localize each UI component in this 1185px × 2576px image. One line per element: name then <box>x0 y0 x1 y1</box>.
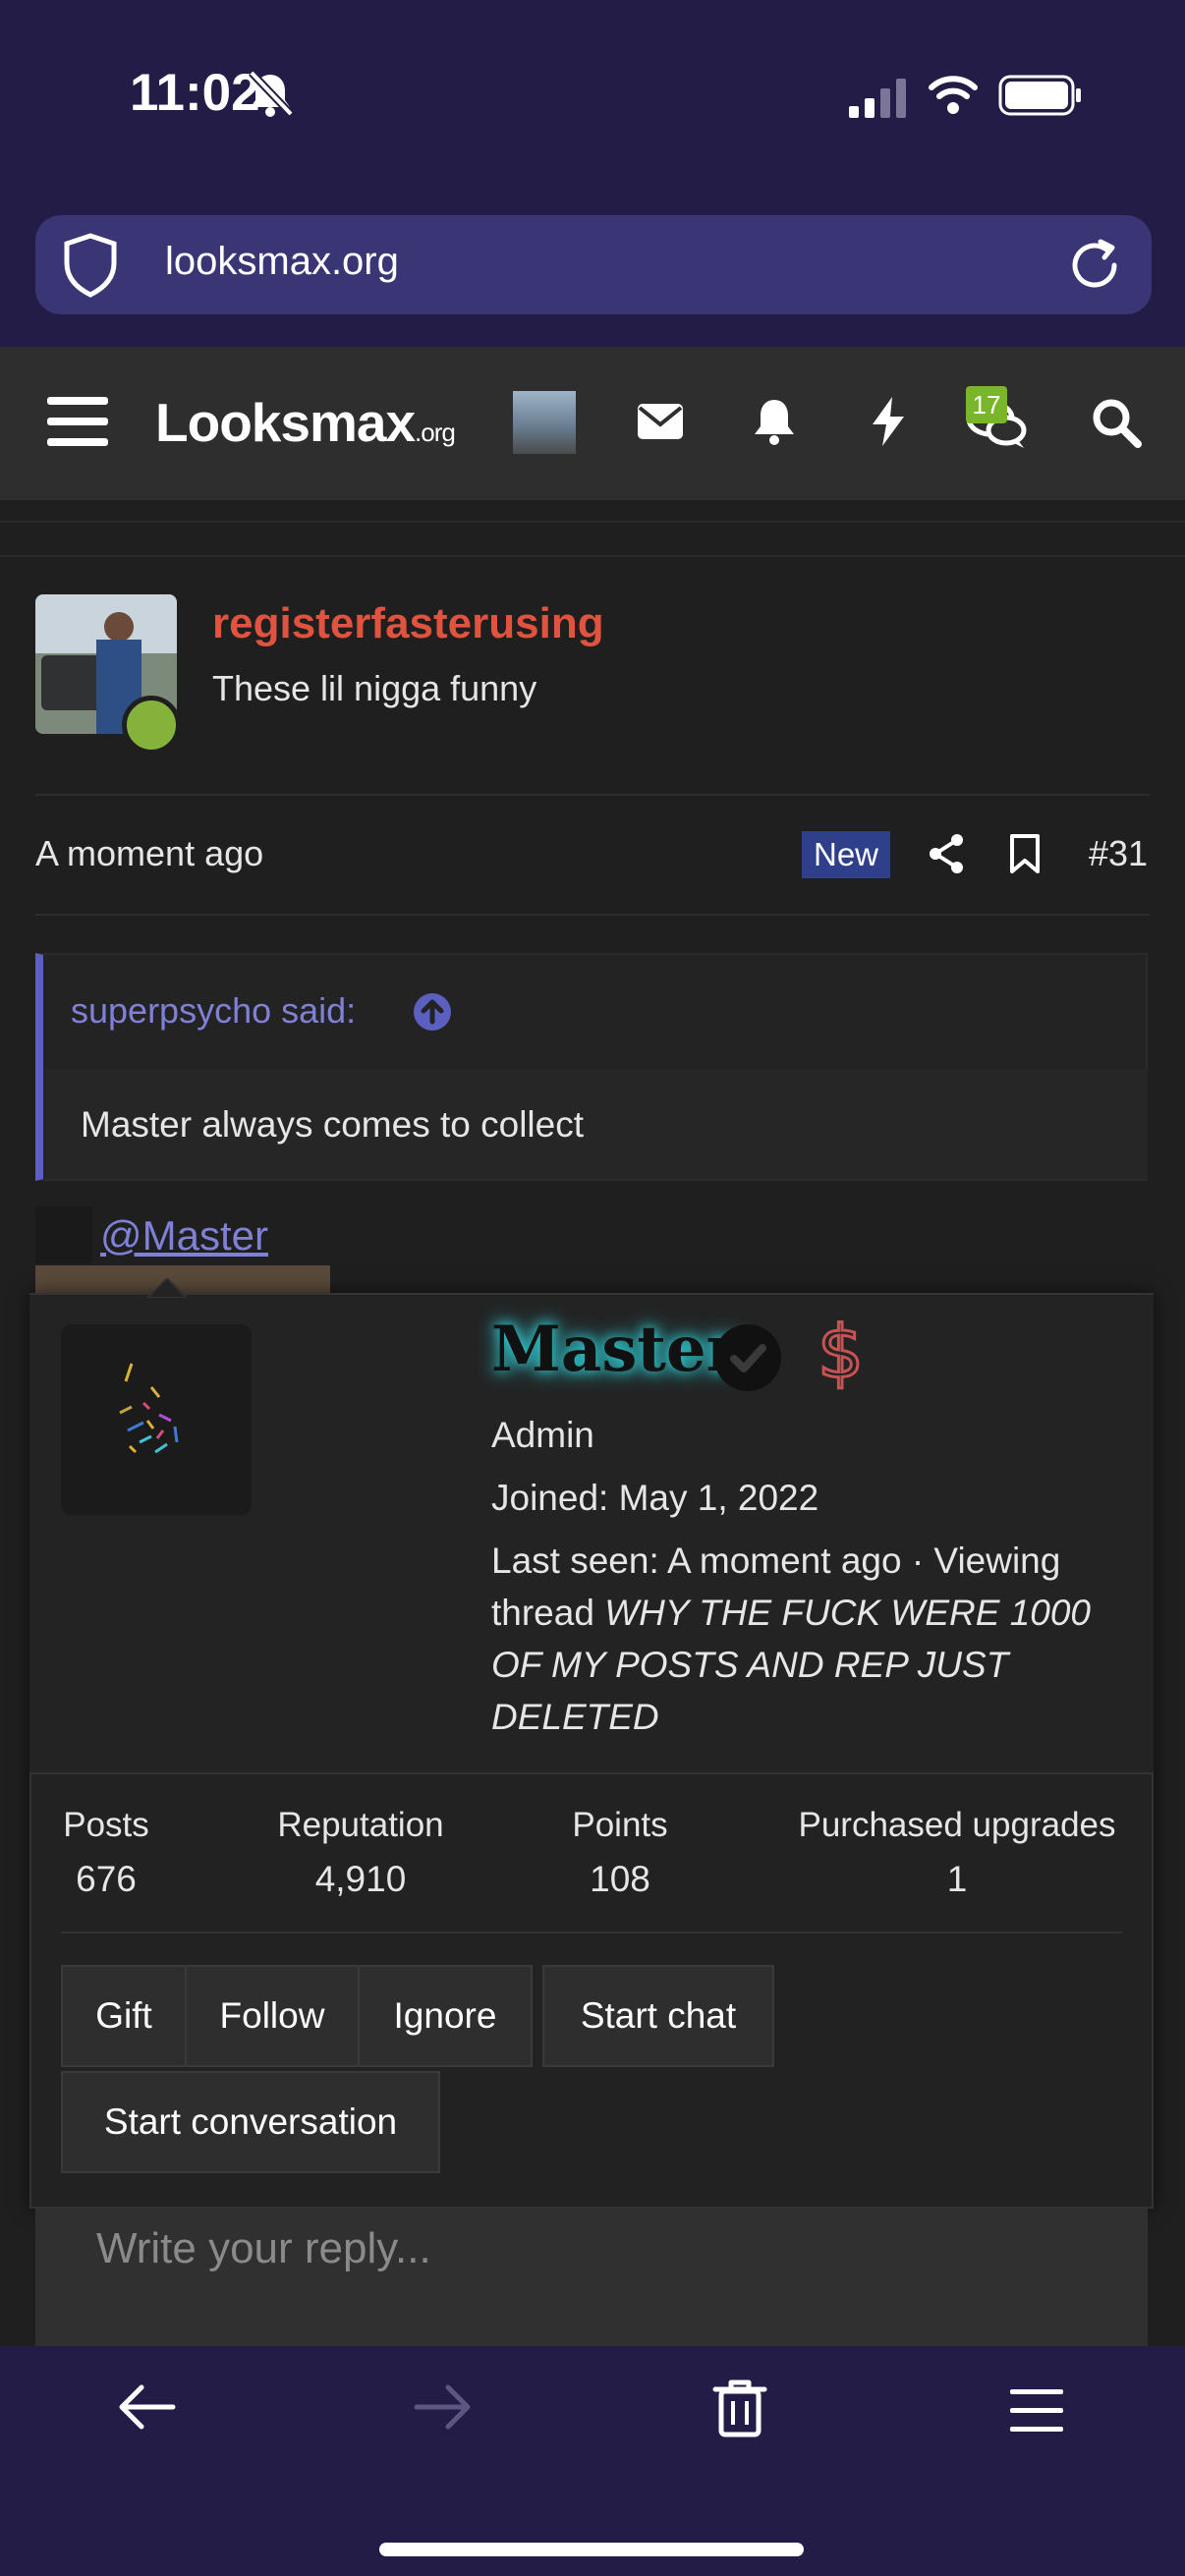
quote-block <box>35 953 1148 1181</box>
gift-button[interactable]: Gift <box>61 1965 187 2067</box>
wifi-icon <box>929 76 978 114</box>
ignore-button[interactable]: Ignore <box>358 1965 533 2067</box>
url-text[interactable]: looksmax.org <box>165 240 399 284</box>
stats-divider <box>61 1932 1122 1933</box>
separator <box>0 555 1185 557</box>
stat-upgrades-label: Purchased upgrades <box>798 1806 1116 1844</box>
lightning-icon[interactable] <box>869 395 908 448</box>
bell-icon[interactable] <box>751 397 798 446</box>
last-seen-thread-link[interactable]: WHY THE FUCK WERE 1000 <box>604 1593 1091 1633</box>
mention-link[interactable]: @Master <box>100 1212 268 1260</box>
poster-title: These lil nigga funny <box>212 668 537 708</box>
online-indicator <box>122 696 181 755</box>
poster-username[interactable]: registerfasterusing <box>212 599 604 648</box>
menu-icon[interactable] <box>1010 2389 1063 2433</box>
user-avatar[interactable] <box>513 391 576 454</box>
member-last-seen: Last seen: A moment ago · Viewing thread… <box>491 1540 1092 1737</box>
member-avatar[interactable] <box>61 1324 252 1515</box>
divider <box>35 914 1150 916</box>
battery-icon <box>998 75 1081 116</box>
tooltip-arrow <box>147 1278 187 1298</box>
reply-placeholder[interactable]: Write your reply... <box>96 2224 431 2273</box>
quote-text: Master always comes to collect <box>81 1104 585 1145</box>
hamburger-menu-icon[interactable] <box>47 395 108 448</box>
quote-author[interactable]: superpsycho said: <box>71 990 356 1032</box>
card-divider <box>29 1772 1154 1774</box>
member-name[interactable]: Master <box>491 1313 739 1386</box>
member-role: Admin <box>491 1415 594 1455</box>
home-indicator <box>379 2543 804 2556</box>
trash-icon[interactable] <box>711 2378 768 2438</box>
stat-upgrades-value: 1 <box>946 1859 968 1899</box>
verified-check-icon <box>714 1324 781 1391</box>
bookmark-icon[interactable] <box>1008 833 1042 874</box>
member-avatar-graphic <box>119 1363 179 1454</box>
search-icon[interactable] <box>1091 397 1142 448</box>
browser-bottom-toolbar <box>0 2346 1185 2576</box>
stat-posts-label: Posts <box>63 1806 149 1844</box>
chat-badge: 17 <box>966 386 1007 423</box>
stat-posts-value: 676 <box>76 1859 137 1899</box>
dollar-icon: $ <box>816 1310 865 1397</box>
new-badge: New <box>802 831 890 878</box>
cellular-signal-icon <box>849 79 906 118</box>
stat-reputation-label: Reputation <box>277 1806 444 1844</box>
member-joined: Joined: May 1, 2022 <box>491 1478 819 1518</box>
forward-arrow-icon <box>414 2384 471 2430</box>
stat-reputation-value: 4,910 <box>314 1859 407 1899</box>
stat-points-value: 108 <box>590 1859 650 1899</box>
arrow-up-circle-icon[interactable] <box>413 992 452 1032</box>
reload-icon[interactable] <box>1065 236 1124 295</box>
envelope-icon[interactable] <box>637 403 684 440</box>
mute-bell-icon <box>249 70 294 117</box>
back-arrow-icon[interactable] <box>116 2381 177 2433</box>
post-number[interactable]: #31 <box>1089 833 1148 874</box>
post-time[interactable]: A moment ago <box>35 833 263 874</box>
follow-button[interactable]: Follow <box>185 1965 360 2067</box>
shield-icon <box>64 233 117 298</box>
start-conversation-button[interactable]: Start conversation <box>61 2071 440 2173</box>
site-logo[interactable]: Looksmax.org <box>155 391 456 454</box>
start-chat-button[interactable]: Start chat <box>542 1965 774 2067</box>
divider <box>35 794 1150 796</box>
separator <box>0 521 1185 523</box>
share-icon[interactable] <box>928 833 965 874</box>
stat-points-label: Points <box>572 1806 668 1844</box>
mention-avatar[interactable] <box>35 1206 92 1263</box>
